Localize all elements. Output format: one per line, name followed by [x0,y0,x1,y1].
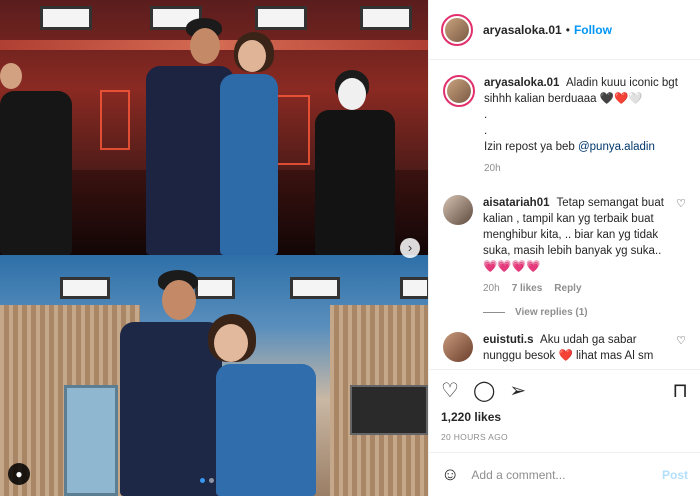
stage-door [64,385,118,496]
dancer-right [305,70,415,255]
couple-bottom [118,270,318,496]
likes-count[interactable]: 1,220 likes [441,410,688,424]
like-comment-icon[interactable]: ♡ [676,334,686,364]
couple-top [138,18,278,255]
caption-avatar[interactable] [443,75,475,107]
add-comment-input[interactable] [471,467,662,482]
comment-likes[interactable]: 7 likes [512,281,543,297]
caption-time: 20h [484,163,501,174]
post-actions: ♡ ◯ ➢ ⊓ 1,220 likes 20 HOURS AGO [429,369,700,452]
post-timestamp: 20 HOURS AGO [441,432,508,442]
caption-text-2: Izin repost ya beb [484,141,578,153]
author-username[interactable]: aryasaloka.01 [483,23,562,37]
follow-button[interactable]: Follow [574,23,612,37]
caption-dot: . [484,109,488,121]
photo-stage-blue [0,255,428,496]
post-header: aryasaloka.01 • Follow [429,0,700,60]
share-icon[interactable]: ➢ [509,380,526,402]
post-photo[interactable]: › ● [0,0,428,496]
view-replies-label: View replies (1) [515,307,588,318]
bookmark-icon[interactable]: ⊓ [672,380,688,402]
next-photo-button[interactable]: › [400,238,420,258]
comment-username[interactable]: euistuti.s [483,334,533,346]
add-comment-bar: ☺ Post [429,452,700,496]
comment-avatar[interactable] [443,195,473,225]
comment-time: 20h [483,283,500,294]
caption: aryasaloka.01 Aladin kuuu iconic bgt sih… [443,75,686,177]
carousel-dot [209,478,214,483]
carousel-dot-active [200,478,205,483]
chevron-right-icon: › [407,240,413,255]
mention-link[interactable]: @punya.aladin [578,141,655,153]
header-separator: • [565,22,570,37]
author-avatar[interactable] [441,13,473,46]
caption-username[interactable]: aryasaloka.01 [484,77,559,89]
caption-dot: . [484,125,488,137]
comment-icon[interactable]: ◯ [473,380,495,402]
reply-button[interactable]: Reply [554,281,581,297]
user-tag-icon: ● [15,467,23,481]
dancer-left [0,55,80,255]
comment-item: euistuti.s Aku udah ga sabar nunggu beso… [443,332,686,364]
post-side-panel: aryasaloka.01 • Follow aryasaloka.01 Ala… [428,0,700,496]
photo-stage-red [0,0,428,255]
carousel-indicator [200,478,214,483]
comments-list[interactable]: aryasaloka.01 Aladin kuuu iconic bgt sih… [429,61,700,368]
view-replies-button[interactable]: View replies (1) [483,307,686,318]
comment-username[interactable]: aisatariah01 [483,197,550,209]
comment-avatar[interactable] [443,332,473,362]
stage-screen [350,385,428,435]
heart-icon[interactable]: ♡ [441,380,459,402]
comment-item: aisatariah01 Tetap semangat buat kalian … [443,195,686,297]
post-comment-button[interactable]: Post [662,468,688,482]
like-comment-icon[interactable]: ♡ [676,197,686,297]
emoji-icon[interactable]: ☺ [441,464,459,485]
user-tag-button[interactable]: ● [8,463,30,485]
